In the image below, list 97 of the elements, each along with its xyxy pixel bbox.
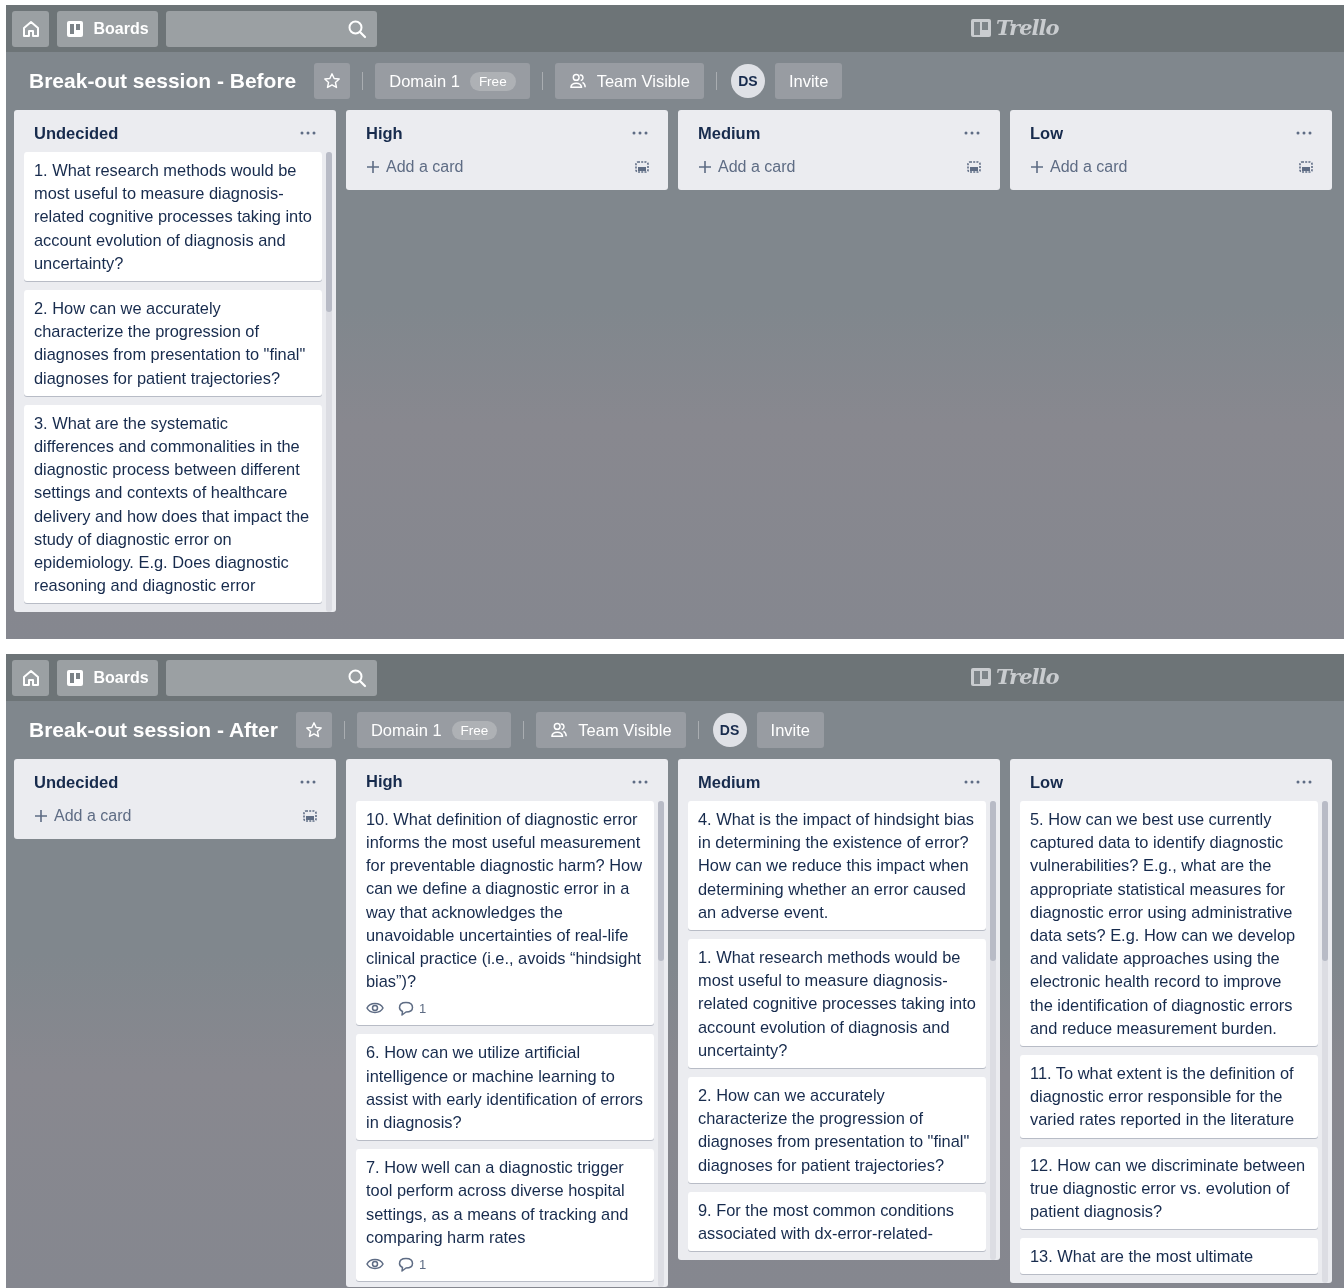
search-field[interactable]: [166, 10, 377, 47]
list-title: Low: [1030, 123, 1063, 143]
visibility-button[interactable]: Team Visible: [554, 63, 704, 99]
question-card[interactable]: 9. For the most common conditions associated with dx-error-related-: [688, 1191, 986, 1252]
list-title: Undecided: [34, 772, 119, 792]
scrollbar[interactable]: [326, 152, 332, 613]
more-icon[interactable]: [300, 131, 316, 135]
board-title[interactable]: Break-out session - After: [29, 718, 278, 742]
plan-badge: Free: [469, 71, 516, 91]
card-text: 11. To what extent is the definition of diagnostic error responsible for the varied rates reported in the literature: [1030, 1063, 1296, 1131]
card-text: 5. How can we best use currently captured data to identify diagnostic vulnerabilities? E.g., what are the appropriate statistical measures for diagnostic error using administrative data sets? E.g. How can we develop and validate approaches using the electronic health record to improve the identification of diagnostic errors and reduce measurement burden.: [1030, 809, 1297, 1039]
workspace-button[interactable]: Domain 1 Free: [356, 712, 512, 748]
member-avatar[interactable]: DS: [730, 64, 765, 98]
scrollbar[interactable]: [658, 800, 664, 1287]
card-text: 7. How well can a diagnostic trigger tool perform across diverse hospital settings, as a means of tracking and comparing harm rates: [366, 1157, 630, 1248]
more-icon[interactable]: [1296, 780, 1312, 784]
star-button[interactable]: [314, 63, 351, 99]
question-card[interactable]: 1. What research methods would be most useful to measure diagnosis-related cognitive processes taking into account evolution of diagnosis and uncertainty?: [24, 152, 322, 281]
card-text: 1. What research methods would be most useful to measure diagnosis-related cognitive processes taking into account evolution of diagnosis and uncertainty?: [34, 160, 312, 274]
question-card[interactable]: 2. How can we accurately characterize the progression of diagnoses from presentation to "final" diagnoses for patient trajectories?: [688, 1077, 986, 1183]
star-icon: [323, 72, 342, 90]
card-text: 2. How can we accurately characterize the progression of diagnoses from presentation to "final" diagnoses for patient trajectories?: [34, 298, 307, 389]
template-icon[interactable]: [966, 159, 982, 175]
question-card[interactable]: 2. How can we accurately characterize the progression of diagnoses from presentation to "final" diagnoses for patient trajectories?: [24, 290, 322, 396]
plus-icon: [698, 160, 712, 174]
search-icon: [347, 667, 367, 688]
board-icon: [66, 668, 85, 687]
card-text: 12. How can we discriminate between true diagnostic error vs. evolution of patient diagnosis?: [1030, 1154, 1307, 1223]
team-icon: [550, 721, 569, 739]
add-card-button[interactable]: Add a card: [1030, 158, 1128, 176]
logo-icon: [970, 666, 992, 687]
plus-icon: [1030, 160, 1044, 174]
add-card-button[interactable]: Add a card: [366, 158, 464, 176]
plus-icon: [366, 160, 380, 174]
invite-button[interactable]: Invite: [756, 712, 825, 748]
comment-count: 1: [419, 999, 427, 1018]
logo-text: Trello: [996, 664, 1059, 689]
question-card[interactable]: 12. How can we discriminate between true diagnostic error vs. evolution of patient diagnosis?: [1020, 1146, 1318, 1230]
team-icon: [568, 72, 587, 90]
member-avatar[interactable]: DS: [712, 713, 747, 747]
more-icon[interactable]: [300, 780, 316, 784]
home-icon: [20, 18, 41, 39]
question-card[interactable]: 13. What are the most ultimate: [1020, 1238, 1318, 1275]
template-icon[interactable]: [634, 159, 650, 175]
list-title: High: [366, 123, 403, 143]
home-button[interactable]: [12, 659, 49, 696]
question-card[interactable]: [1020, 801, 1318, 1047]
search-field[interactable]: [166, 659, 377, 696]
card-text: 2. How can we accurately characterize the progression of diagnoses from presentation to "final" diagnoses for patient trajectories?: [698, 1085, 971, 1176]
comment-count: 1: [419, 1255, 427, 1274]
comment-icon: [398, 1000, 414, 1016]
list-title: Medium: [698, 123, 761, 143]
workspace-button[interactable]: Domain 1 Free: [375, 63, 530, 99]
card-text: 6. How can we utilize artificial intelligence or machine learning to assist with early identification of errors in diagnosis?: [366, 1042, 644, 1134]
scrollbar[interactable]: [990, 801, 996, 1261]
template-icon[interactable]: [302, 808, 318, 824]
visibility-button[interactable]: Team Visible: [536, 712, 686, 748]
comment-icon: [398, 1256, 414, 1272]
more-icon[interactable]: [632, 779, 648, 784]
star-button[interactable]: [295, 712, 332, 748]
boards-button[interactable]: Boards: [57, 659, 158, 696]
home-icon: [20, 667, 41, 688]
search-icon: [347, 18, 367, 39]
list-title: Low: [1030, 772, 1063, 792]
more-icon[interactable]: [964, 131, 980, 135]
plus-icon: [34, 809, 48, 823]
list-title: Undecided: [34, 123, 119, 143]
plan-badge: Free: [451, 720, 498, 740]
card-text: 4. What is the impact of hindsight bias in determining the existence of error? How can we reduce this impact when determining whether an error caused an adverse event.: [698, 809, 976, 923]
card-text: 9. For the most common conditions associated with dx-error-related-: [698, 1199, 955, 1245]
add-card-button[interactable]: Add a card: [34, 807, 132, 825]
question-card[interactable]: [356, 800, 654, 1026]
card-text: 1. What research methods would be most useful to measure diagnosis-related cognitive processes taking into account evolution of diagnosis and uncertainty?: [698, 947, 976, 1061]
question-card[interactable]: 4. What is the impact of hindsight bias in determining the existence of error? How can we reduce this impact when determining whether an error caused an adverse event.: [688, 801, 986, 930]
question-card[interactable]: 11. To what extent is the definition of diagnostic error responsible for the varied rates reported in the literature: [1020, 1055, 1318, 1138]
add-card-button[interactable]: Add a card: [698, 158, 796, 176]
question-card[interactable]: 7. How well can a diagnostic trigger tool perform across diverse hospital settings, as a means of tracking and comparing harm rates 1: [356, 1149, 654, 1282]
board-icon: [66, 19, 85, 38]
template-icon[interactable]: [1298, 159, 1314, 175]
logo-text: Trello: [996, 15, 1059, 40]
boards-button[interactable]: Boards: [57, 10, 158, 47]
star-icon: [304, 721, 323, 739]
invite-button[interactable]: Invite: [774, 63, 843, 99]
list-title: Medium: [698, 772, 761, 792]
more-icon[interactable]: [1296, 131, 1312, 135]
card-text: 3. What are the systematic differences and commonalities in the diagnostic process between different settings and contexts of healthcare delivery and how does that impact the study of diagnostic error on epidemiology. E.g. Does diagnostic reasoning and diagnostic error: [34, 412, 311, 597]
question-card[interactable]: 1. What research methods would be most useful to measure diagnosis-related cognitive processes taking into account evolution of diagnosis and uncertainty?: [688, 939, 986, 1069]
scrollbar[interactable]: [1322, 801, 1328, 1284]
card-text: 13. What are the most ultimate: [1030, 1246, 1255, 1268]
home-button[interactable]: [12, 10, 49, 47]
question-card[interactable]: 6. How can we utilize artificial intelligence or machine learning to assist with early identification of errors in diagnosis?: [356, 1034, 654, 1141]
more-icon[interactable]: [964, 780, 980, 784]
board-title[interactable]: Break-out session - Before: [29, 69, 297, 93]
card-text: 10. What definition of diagnostic error informs the most useful measurement for preventable diagnostic harm? How can we define a diagnostic error in a way that acknowledges the unavoidable uncertainties of real-life clinical practice (i.e., avoids “hindsight bias”)?: [366, 808, 644, 993]
more-icon[interactable]: [632, 131, 648, 135]
logo-icon: [970, 17, 992, 38]
list-title: High: [366, 772, 403, 792]
